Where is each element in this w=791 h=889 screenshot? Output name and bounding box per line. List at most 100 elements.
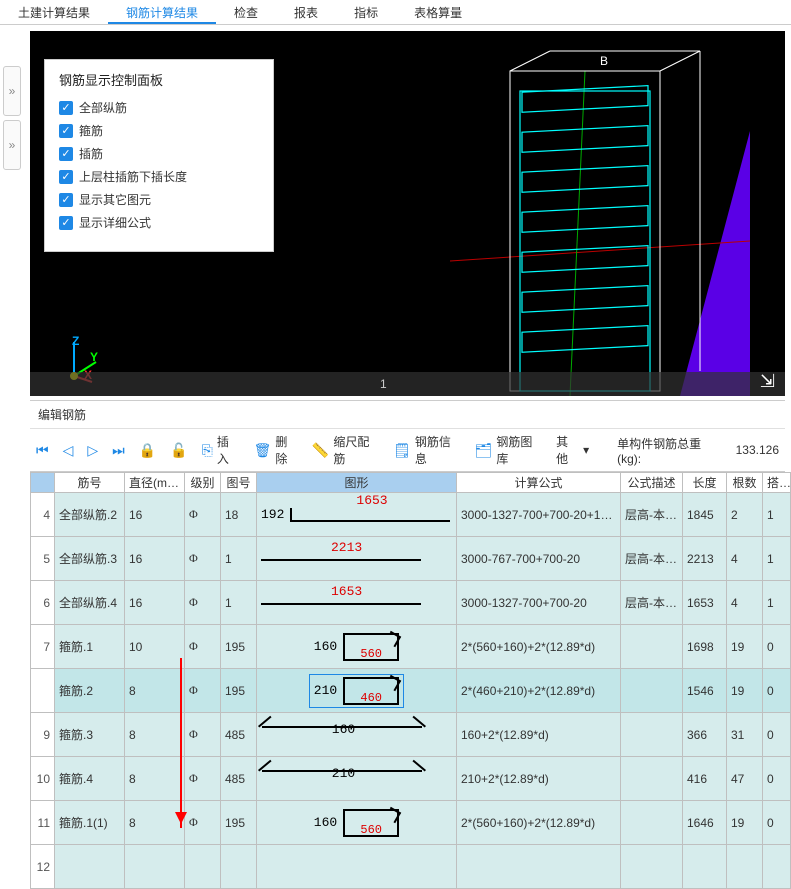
info-button[interactable]: 🗒钢筋信息 [393,433,461,467]
cell-formula[interactable]: 3000-1327-700+700-20+12*d [457,493,621,537]
cell-dia[interactable]: 8 [125,801,185,845]
row-index[interactable]: 9 [31,713,55,757]
rebar-grid[interactable]: 筋号 直径(mm) 级别 图号 图形 计算公式 公式描述 长度 根数 搭接 4全… [30,472,791,889]
row-index[interactable]: 12 [31,845,55,889]
tab-report[interactable]: 报表 [276,0,336,24]
cell-lap[interactable]: 0 [763,801,791,845]
table-row[interactable]: 4全部纵筋.216Φ1819216533000-1327-700+700-20+… [31,493,791,537]
cell-shape[interactable]: 2213 [257,537,457,581]
cell-dia[interactable]: 10 [125,625,185,669]
cell-no[interactable]: 箍筋.4 [55,757,125,801]
tab-rebar[interactable]: 钢筋计算结果 [108,0,216,24]
cell-shape[interactable]: 210460 [257,669,457,713]
cell-formula[interactable]: 2*(560+160)+2*(12.89*d) [457,625,621,669]
dock-expand-1[interactable]: » [3,66,21,116]
col-grade[interactable]: 级别 [185,473,221,493]
col-desc[interactable]: 公式描述 [621,473,683,493]
cell-shape[interactable]: 210 [257,757,457,801]
cell-desc[interactable] [621,845,683,889]
cell-shapeNo[interactable]: 18 [221,493,257,537]
cell-len[interactable]: 1698 [683,625,727,669]
cell-grade[interactable]: Φ [185,669,221,713]
cell-shape[interactable]: 160 [257,713,457,757]
cell-dia[interactable]: 8 [125,713,185,757]
cell-len[interactable]: 366 [683,713,727,757]
cell-desc[interactable] [621,669,683,713]
row-index[interactable]: 4 [31,493,55,537]
cell-len[interactable] [683,845,727,889]
cell-dia[interactable] [125,845,185,889]
cell-len[interactable]: 1646 [683,801,727,845]
next-icon[interactable]: ▷ [87,442,98,459]
library-button[interactable]: 🗂钢筋图库 [475,433,543,467]
tab-civil[interactable]: 土建计算结果 [0,0,108,24]
cell-qty[interactable]: 19 [727,625,763,669]
col-shape[interactable]: 图形 [257,473,457,493]
cell-qty[interactable]: 19 [727,801,763,845]
cell-shape[interactable]: 1653 [257,581,457,625]
table-row[interactable]: 9箍筋.38Φ485160160+2*(12.89*d)366310 [31,713,791,757]
cell-lap[interactable]: 0 [763,757,791,801]
table-row[interactable]: 6全部纵筋.416Φ116533000-1327-700+700-20层高-本层… [31,581,791,625]
cell-len[interactable]: 2213 [683,537,727,581]
cell-lap[interactable]: 1 [763,581,791,625]
cell-formula[interactable]: 2*(560+160)+2*(12.89*d) [457,801,621,845]
row-index[interactable]: 6 [31,581,55,625]
cell-no[interactable]: 箍筋.1 [55,625,125,669]
cell-grade[interactable]: Φ [185,537,221,581]
cell-shape[interactable]: 160560 [257,801,457,845]
cell-qty[interactable]: 19 [727,669,763,713]
cell-len[interactable]: 1546 [683,669,727,713]
cell-no[interactable]: 全部纵筋.2 [55,493,125,537]
row-index[interactable]: 8 [31,669,55,713]
cell-len[interactable]: 416 [683,757,727,801]
cell-qty[interactable] [727,845,763,889]
cell-shapeNo[interactable]: 1 [221,581,257,625]
last-icon[interactable]: ⏭ [112,442,125,459]
cell-grade[interactable]: Φ [185,581,221,625]
cell-grade[interactable]: Φ [185,625,221,669]
cell-shapeNo[interactable]: 485 [221,713,257,757]
cell-formula[interactable]: 160+2*(12.89*d) [457,713,621,757]
cell-desc[interactable]: 层高-本层的露出… [621,493,683,537]
cell-formula[interactable]: 210+2*(12.89*d) [457,757,621,801]
cell-len[interactable]: 1653 [683,581,727,625]
cell-desc[interactable]: 层高-本层的露出… [621,581,683,625]
col-no[interactable]: 筋号 [55,473,125,493]
cell-lap[interactable] [763,845,791,889]
cell-lap[interactable]: 0 [763,713,791,757]
table-row[interactable]: 5全部纵筋.316Φ122133000-767-700+700-20层高-本层的… [31,537,791,581]
chk-insert[interactable]: ✓ [59,147,73,161]
cell-shapeNo[interactable]: 1 [221,537,257,581]
cell-formula[interactable]: 2*(460+210)+2*(12.89*d) [457,669,621,713]
chk-all-long[interactable]: ✓ [59,101,73,115]
cell-grade[interactable]: Φ [185,801,221,845]
cell-desc[interactable] [621,757,683,801]
cell-no[interactable]: 箍筋.2 [55,669,125,713]
row-index[interactable]: 7 [31,625,55,669]
chk-other[interactable]: ✓ [59,193,73,207]
col-len[interactable]: 长度 [683,473,727,493]
cell-qty[interactable]: 4 [727,581,763,625]
cell-lap[interactable]: 0 [763,625,791,669]
lock-icon[interactable]: 🔒 [139,442,156,459]
model-viewport[interactable]: 钢筋显示控制面板 ✓全部纵筋 ✓箍筋 ✓插筋 ✓上层柱插筋下插长度 ✓显示其它图… [30,31,785,396]
cell-lap[interactable]: 0 [763,669,791,713]
cell-len[interactable]: 1845 [683,493,727,537]
cell-shape[interactable]: 160560 [257,625,457,669]
cell-lap[interactable]: 1 [763,493,791,537]
cell-dia[interactable]: 8 [125,669,185,713]
cell-shapeNo[interactable]: 195 [221,669,257,713]
cell-desc[interactable] [621,625,683,669]
cell-shapeNo[interactable]: 195 [221,625,257,669]
cell-no[interactable]: 箍筋.1(1) [55,801,125,845]
col-lap[interactable]: 搭接 [763,473,791,493]
cell-formula[interactable]: 3000-1327-700+700-20 [457,581,621,625]
tab-check[interactable]: 检查 [216,0,276,24]
cell-formula[interactable]: 3000-767-700+700-20 [457,537,621,581]
cell-lap[interactable]: 1 [763,537,791,581]
cell-grade[interactable]: Φ [185,493,221,537]
cell-formula[interactable] [457,845,621,889]
collapse-viewport-icon[interactable]: ⇲ [760,371,775,392]
insert-button[interactable]: ⎘插入 [202,433,240,467]
